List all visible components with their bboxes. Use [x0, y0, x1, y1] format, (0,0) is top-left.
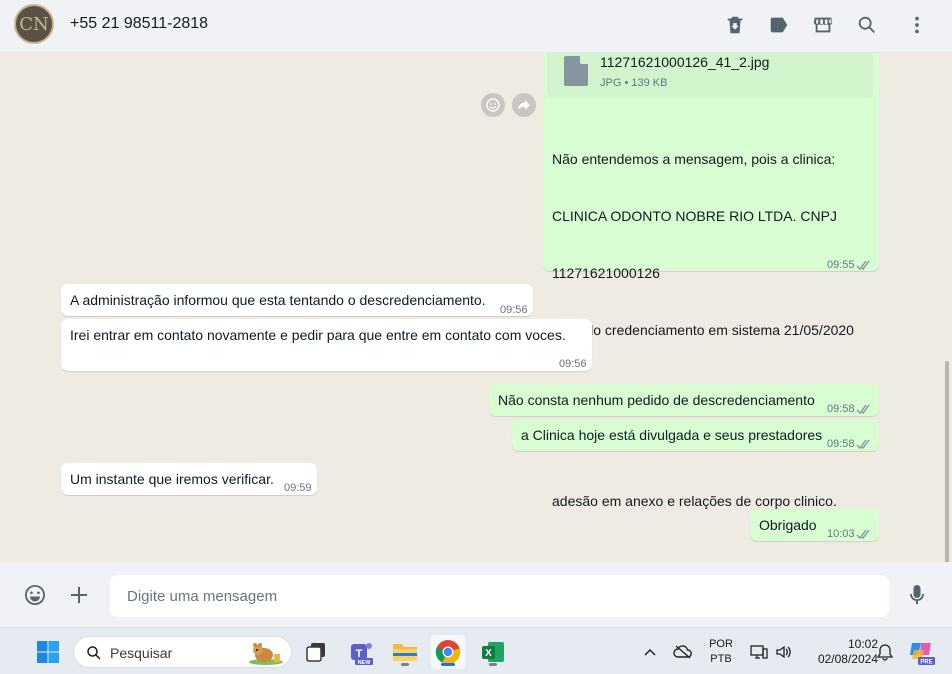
copilot-icon[interactable]: PRE [904, 635, 938, 669]
message-bubble-out[interactable]: a Clinica hoje está divulgada e seus pre… [512, 419, 879, 451]
message-bubble-in[interactable]: Irei entrar em contato novamente e pedir… [61, 319, 592, 371]
message-line: CLINICA ODONTO NOBRE RIO LTDA. CNPJ [552, 208, 837, 224]
language-code: POR [709, 638, 733, 650]
chevron-up-icon[interactable] [634, 635, 666, 669]
message-text: Um instante que iremos verificar. [70, 471, 274, 487]
file-attachment[interactable]: 11271621000126_41_2.jpg JPG • 139 KB [547, 53, 873, 98]
task-view-icon[interactable] [299, 635, 333, 669]
message-line: Data do credenciamento em sistema 21/05/… [552, 322, 854, 338]
svg-text:NEW: NEW [358, 660, 372, 666]
svg-text:X: X [485, 648, 492, 659]
cloud-offline-icon[interactable] [667, 635, 699, 669]
scrollbar[interactable] [945, 361, 949, 562]
display-network-icon[interactable] [748, 635, 770, 669]
file-icon [564, 56, 588, 86]
message-text: Não consta nenhum pedido de descredencia… [498, 392, 815, 408]
excel-icon[interactable]: X [476, 635, 510, 669]
taskbar-search[interactable]: Pesquisar [73, 636, 292, 668]
message-bubble-out[interactable]: 11271621000126_41_2.jpg JPG • 139 KB Não… [543, 53, 879, 509]
read-ticks-icon [856, 401, 872, 415]
search-highlight-illustration-icon [249, 643, 283, 665]
file-name: 11271621000126_41_2.jpg [600, 54, 770, 70]
message-bubble-out[interactable]: Não consta nenhum pedido de descredencia… [489, 384, 879, 416]
read-ticks-icon [856, 436, 872, 450]
message-bubble-in[interactable]: Um instante que iremos verificar. 09:59 [61, 463, 317, 495]
notification-bell-icon[interactable] [872, 635, 898, 669]
message-text: Irei entrar em contato novamente e pedir… [70, 327, 566, 343]
teams-icon[interactable]: T NEW [344, 635, 378, 669]
file-explorer-icon[interactable] [388, 635, 422, 669]
search-icon[interactable] [855, 13, 879, 37]
store-icon[interactable] [811, 13, 835, 37]
microphone-icon[interactable] [904, 582, 930, 608]
message-list[interactable]: 11271621000126_41_2.jpg JPG • 139 KB Não… [0, 53, 952, 562]
clock-time: 10:02 [847, 637, 878, 651]
message-time: 09:58 [827, 438, 855, 450]
windows-start-icon[interactable] [31, 635, 65, 669]
label-icon[interactable] [767, 13, 791, 37]
contact-avatar[interactable]: CN [14, 4, 54, 44]
clock-date: 02/08/2024 [817, 652, 878, 666]
message-line: Não entendemos a mensagem, pois a clinic… [552, 151, 836, 167]
emoji-icon[interactable] [22, 582, 48, 608]
language-indicator[interactable]: POR PTB [703, 637, 739, 667]
composer [0, 562, 952, 627]
keyboard-layout: PTB [710, 653, 732, 665]
message-text: a Clinica hoje está divulgada e seus pre… [521, 427, 823, 443]
search-label: Pesquisar [110, 645, 173, 661]
running-indicator [489, 663, 497, 666]
message-input-box[interactable] [110, 575, 889, 617]
running-indicator [401, 663, 409, 666]
forward-icon[interactable] [512, 93, 536, 117]
system-clock[interactable]: 10:02 02/08/2024 [800, 637, 878, 667]
message-bubble-in[interactable]: A administração informou que esta tentan… [61, 284, 533, 316]
chrome-icon[interactable] [431, 635, 465, 669]
chat-header: CN +55 21 98511-2818 [0, 0, 952, 53]
react-emoji-icon[interactable] [481, 93, 505, 117]
message-time: 09:55 [827, 259, 855, 271]
message-bubble-out[interactable]: Obrigado 10:03 [750, 509, 879, 541]
message-time: 09:59 [284, 482, 312, 494]
menu-icon[interactable] [905, 13, 929, 37]
attach-plus-icon[interactable] [66, 582, 92, 608]
message-input[interactable] [110, 575, 889, 617]
message-text: Obrigado [759, 517, 817, 533]
file-meta: JPG • 139 KB [600, 77, 668, 89]
windows-taskbar: Pesquisar T NEW X POR PTB 10:02 02/08/20… [0, 627, 952, 674]
message-time: 09:58 [827, 403, 855, 415]
active-indicator [441, 663, 455, 666]
search-icon [87, 646, 101, 660]
message-text: A administração informou que esta tentan… [70, 292, 486, 308]
delete-icon[interactable] [723, 13, 747, 37]
read-ticks-icon [856, 526, 872, 540]
volume-icon[interactable] [772, 635, 796, 669]
contact-name[interactable]: +55 21 98511-2818 [70, 15, 208, 33]
message-text: Não entendemos a mensagem, pois a clinic… [552, 112, 854, 549]
svg-text:PRE: PRE [920, 659, 932, 665]
message-time: 09:56 [559, 358, 587, 370]
message-time: 09:56 [500, 304, 528, 316]
message-time: 10:03 [827, 528, 855, 540]
message-line: 11271621000126 [552, 265, 660, 281]
read-ticks-icon [856, 257, 872, 271]
